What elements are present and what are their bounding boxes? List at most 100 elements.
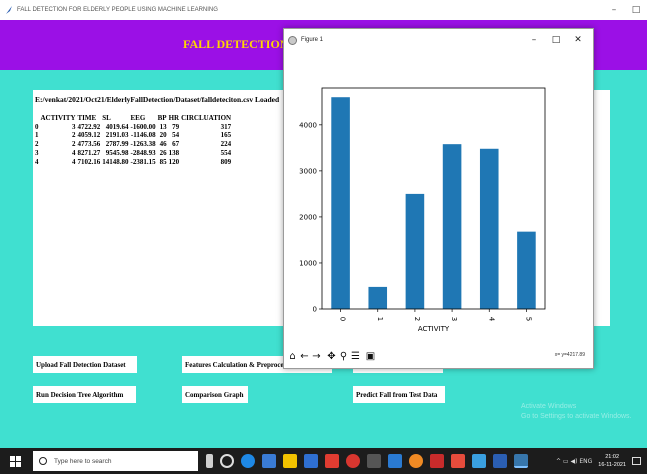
forward-arrow-icon[interactable]: → (311, 350, 322, 363)
chrome-icon[interactable] (346, 454, 360, 468)
figure-window[interactable]: Figure 1 – □ ✕ 0 1000 2000 3000 4000 0 1 2 3 4 5 AC… (283, 28, 594, 369)
back-arrow-icon[interactable]: ← (299, 350, 310, 363)
y-tick-label: 4000 (299, 121, 317, 129)
table-cell: 4059.12 (77, 131, 101, 140)
table-cell: 9545.98 (105, 148, 129, 157)
clock-time: 21:02 (605, 454, 620, 460)
table-cell: 2191.03 (105, 131, 129, 140)
python-icon[interactable] (514, 454, 528, 468)
mail-icon[interactable] (304, 454, 318, 468)
chart-bar (517, 231, 536, 309)
x-tick-label: 3 (450, 317, 458, 321)
table-column-header: SL (102, 114, 111, 122)
table-cell: 317 (220, 122, 232, 131)
watermark-line-1: Activate Windows (521, 403, 577, 410)
table-cell: 138 (168, 148, 180, 157)
x-tick-label: 4 (487, 317, 495, 322)
zoom-icon[interactable]: ⚲ (338, 350, 349, 363)
table-cell: -1146.08 (130, 131, 156, 140)
folder-icon[interactable] (388, 454, 402, 468)
table-cell: 67 (172, 140, 180, 149)
figure-close-button[interactable]: ✕ (567, 35, 589, 45)
table-cell: 4773.56 (77, 140, 101, 149)
table-cell: -1600.00 (130, 122, 156, 131)
taskbar-clock[interactable]: 21:02 16-11-2021 (598, 453, 626, 469)
word-icon[interactable] (493, 454, 507, 468)
chart-bar (405, 193, 425, 309)
table-row: 0 3 4722.92 4019.64 -1600.00 13 79 317 (35, 123, 233, 132)
task-view-icon[interactable] (220, 454, 234, 468)
table-row: 1 2 4059.12 2191.03 -1146.08 20 54 165 (35, 131, 233, 140)
watermark-line-2: Go to Settings to activate Windows. (521, 413, 632, 420)
acrobat-icon[interactable] (430, 454, 444, 468)
home-icon[interactable]: ⌂ (287, 350, 298, 363)
pan-icon[interactable]: ✥ (326, 350, 337, 363)
table-cell: 2 (72, 131, 76, 140)
table-cell: 26 (159, 148, 167, 157)
table-cell: 8271.27 (77, 148, 101, 157)
upload-dataset-button[interactable]: Upload Fall Detection Dataset (33, 356, 137, 373)
plot-frame (321, 87, 546, 310)
terminal-icon[interactable] (367, 454, 381, 468)
app-icon-3[interactable] (472, 454, 486, 468)
notification-icon[interactable] (632, 457, 641, 465)
start-button[interactable] (0, 455, 30, 467)
edge-browser-icon[interactable] (241, 454, 255, 468)
comparison-graph-button[interactable]: Comparison Graph (182, 386, 248, 403)
file-explorer-icon[interactable] (283, 454, 297, 468)
table-cell: -2848.93 (130, 148, 156, 157)
figure-titlebar[interactable]: Figure 1 – □ ✕ (284, 29, 593, 51)
app-icon-2[interactable] (451, 454, 465, 468)
cursor-coordinate-readout: x= y=4217.89 (554, 352, 585, 358)
chart-bar (479, 148, 499, 309)
table-cell: 165 (220, 131, 232, 140)
y-tick-label: 0 (313, 306, 317, 314)
matplotlib-logo-icon (288, 35, 297, 45)
firefox-icon[interactable] (409, 454, 423, 468)
save-icon[interactable]: ▣ (365, 350, 376, 363)
table-cell: 7102.16 (77, 157, 101, 166)
table-column-header: BP (157, 114, 167, 122)
table-row: 2 2 4773.56 2787.99 -1263.38 46 67 224 (35, 140, 233, 149)
tray-icons[interactable]: ^ ▭ ◀) ENG (556, 458, 592, 465)
predict-fall-button[interactable]: Predict Fall from Test Data (353, 386, 445, 403)
x-tick-label: 1 (376, 317, 384, 321)
table-cell: 554 (220, 148, 232, 157)
clock-date: 16-11-2021 (598, 462, 626, 468)
activate-windows-watermark: Activate Windows Go to Settings to activ… (521, 402, 632, 422)
table-cell: 13 (159, 122, 167, 131)
x-axis-label: ACTIVITY (418, 325, 450, 333)
app-red-icon[interactable] (325, 454, 339, 468)
x-tick-label: 2 (413, 317, 421, 321)
app-minimize-button[interactable]: – (603, 5, 625, 15)
windows-taskbar: Type here to search ^ ▭ ◀) ENG 21:02 16-… (0, 448, 647, 474)
x-tick-label: 0 (339, 317, 347, 321)
run-decision-tree-button[interactable]: Run Decision Tree Algorithm (33, 386, 136, 403)
figure-maximize-button[interactable]: □ (545, 35, 567, 45)
table-cell: 4019.64 (105, 122, 129, 131)
y-tick-label: 1000 (299, 259, 317, 267)
taskbar-search-box[interactable]: Type here to search (33, 451, 198, 471)
table-cell: 79 (172, 122, 180, 131)
table-cell: -2381.15 (130, 157, 156, 166)
chart-bar (368, 286, 388, 309)
x-tick-label: 5 (524, 317, 532, 321)
table-cell: 14148.80 (102, 157, 129, 166)
table-row: 4 4 7102.16 14148.80 -2381.15 85 120 809 (35, 158, 233, 167)
y-tick-label: 2000 (299, 213, 317, 221)
store-icon[interactable] (262, 454, 276, 468)
table-cell: 46 (159, 140, 167, 149)
figure-minimize-button[interactable]: – (523, 35, 545, 45)
table-cell: 2 (72, 140, 76, 149)
cortana-icon (39, 457, 47, 465)
microphone-icon[interactable] (206, 454, 213, 468)
y-tick-label: 3000 (299, 167, 317, 175)
table-cell: 20 (159, 131, 167, 140)
configure-subplots-icon[interactable]: ☰ (350, 350, 361, 363)
dataset-preview-table: ACTIVITY TIME SL EEG BP HR CIRCLUATION 0 3 4722.… (35, 114, 233, 166)
app-maximize-button[interactable]: □ (625, 5, 647, 15)
chart-bar (331, 97, 350, 309)
table-column-header: CIRCLUATION (181, 114, 232, 122)
table-cell: 4 (72, 157, 76, 166)
table-row: 3 4 8271.27 9545.98 -2848.93 26 138 554 (35, 149, 233, 158)
